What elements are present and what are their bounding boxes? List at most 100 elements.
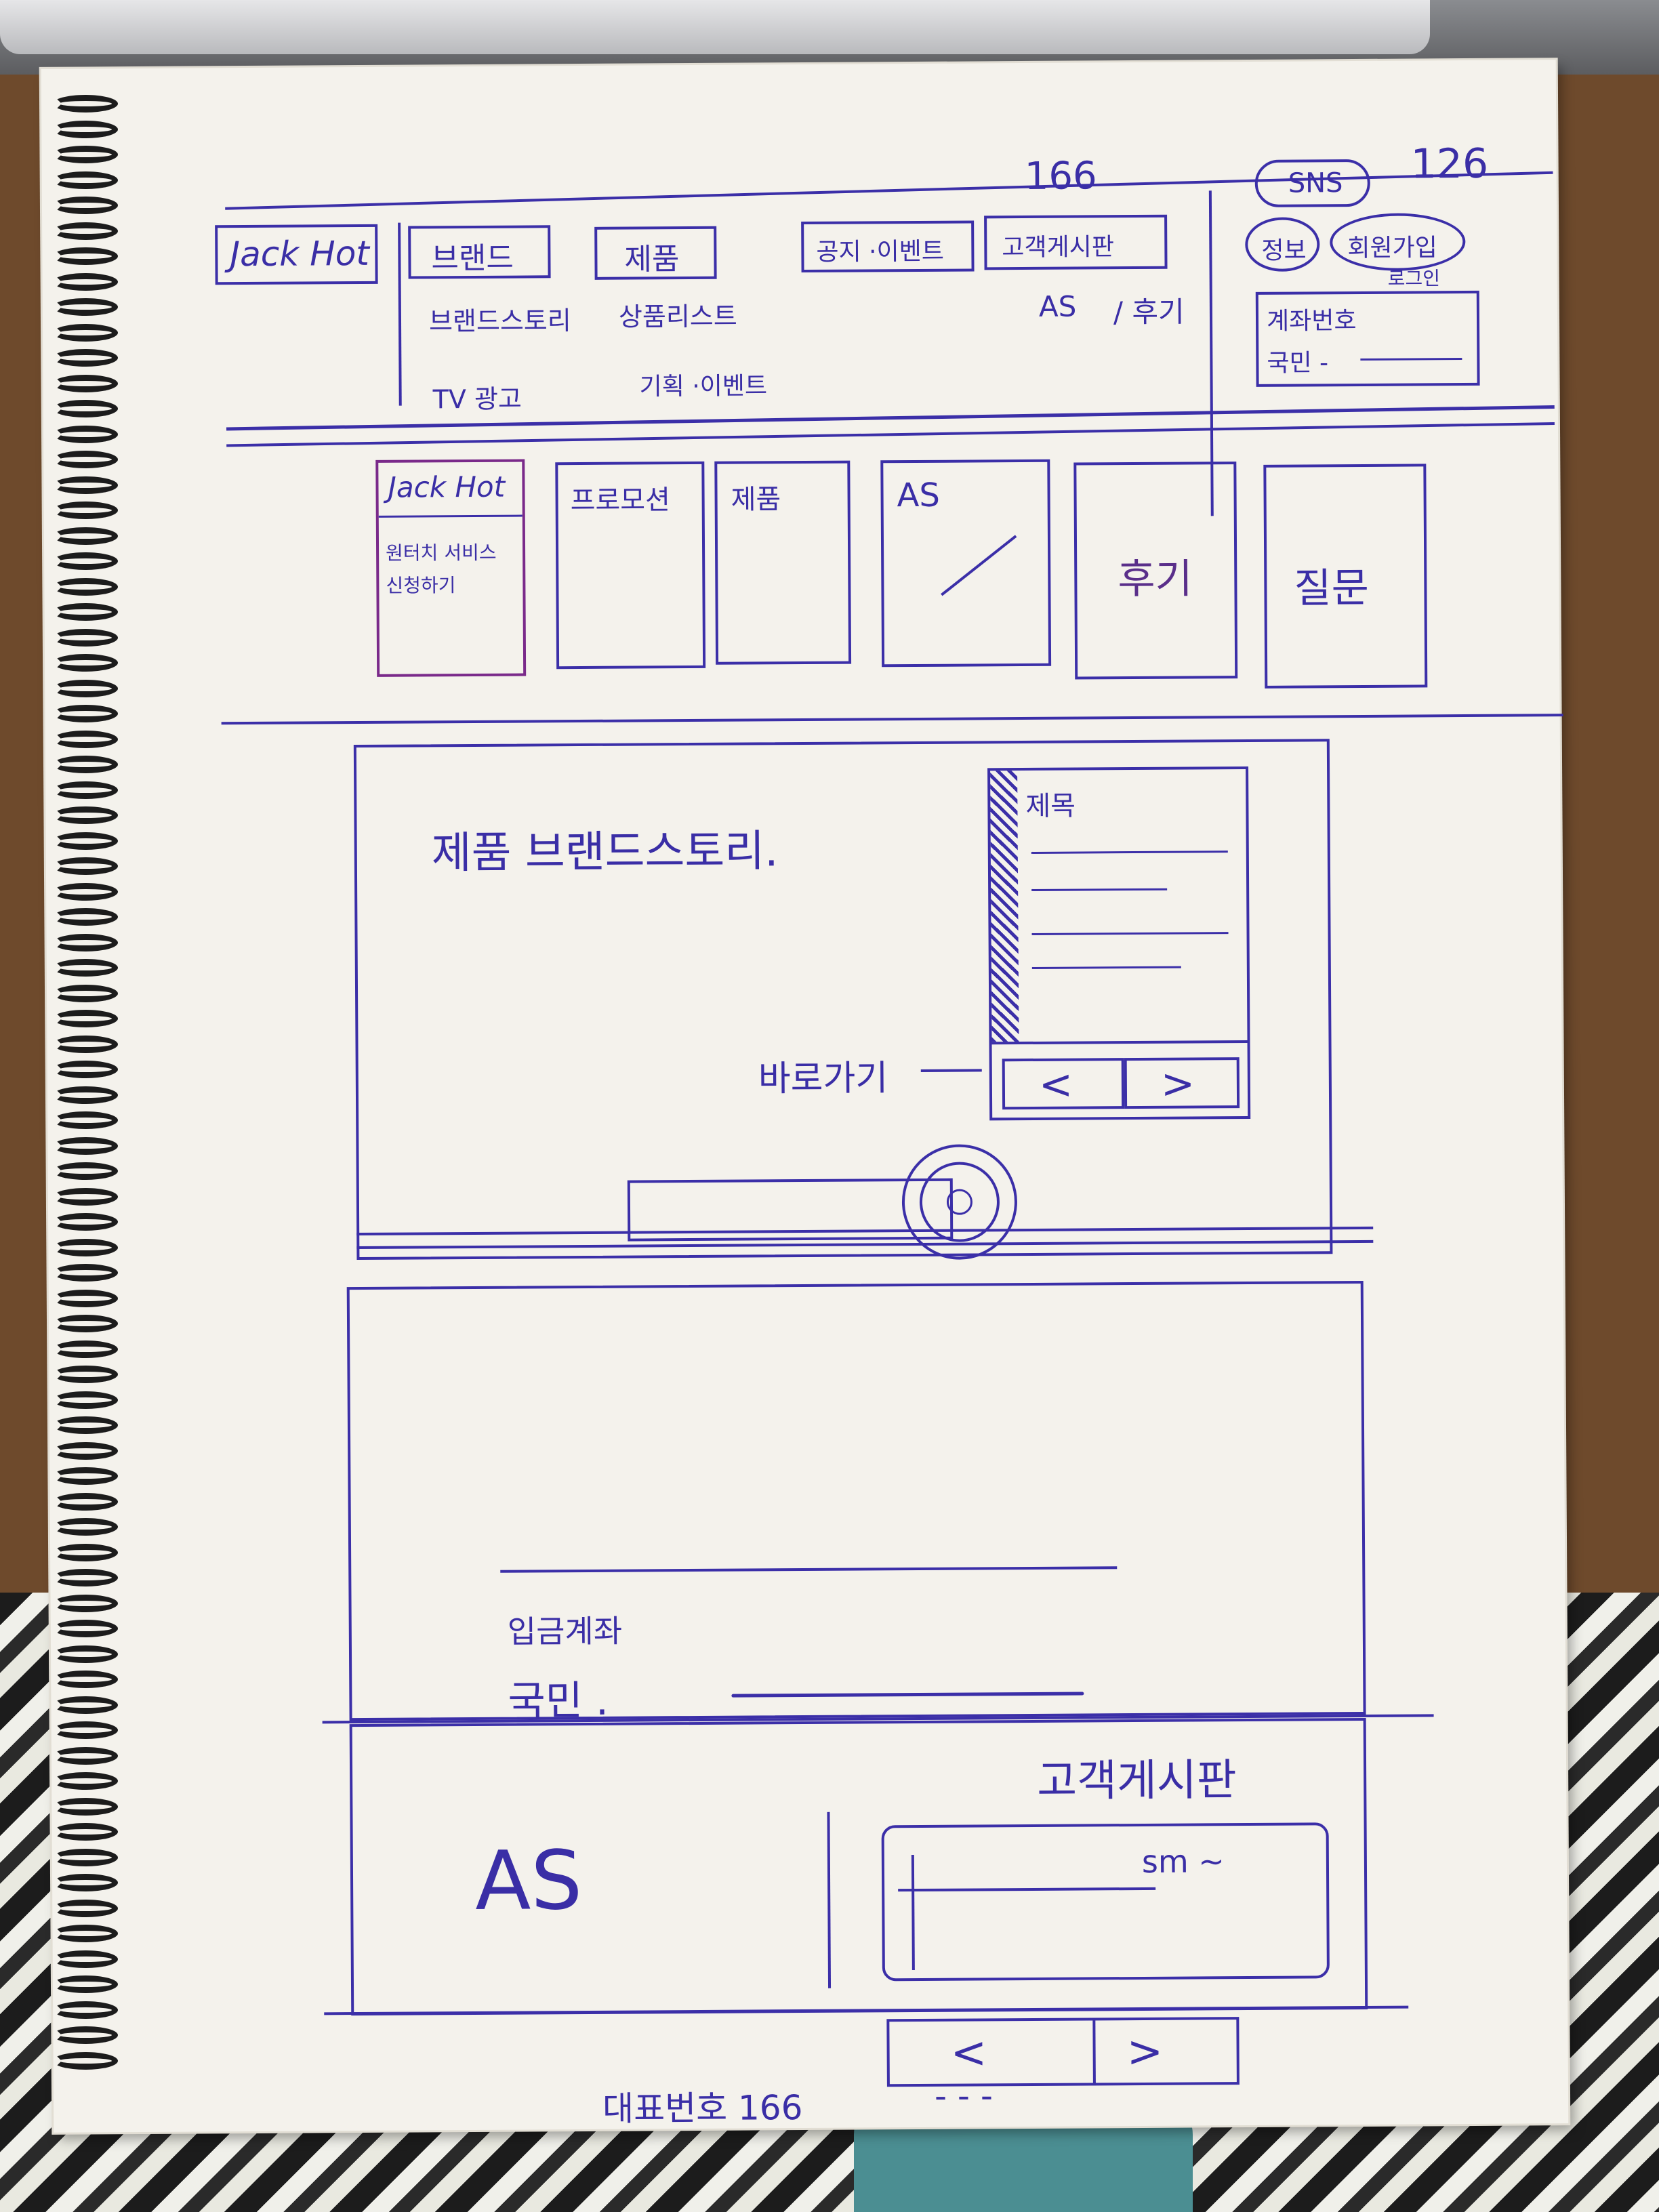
spiral-ring (53, 323, 118, 342)
bottom-board-line (898, 1887, 1156, 1892)
spiral-ring (53, 1975, 118, 1993)
spiral-ring (53, 1899, 118, 1917)
spiral-ring (53, 1162, 118, 1180)
spiral-ring (53, 501, 118, 519)
menu-customer-board[interactable]: 고객게시판 (984, 214, 1168, 270)
page-number-right: 126 (1410, 140, 1489, 188)
logo-box[interactable]: Jack Hot (215, 224, 378, 285)
bottom-board-title[interactable]: 고객게시판 (1037, 1745, 1237, 1809)
bottom-board-mark (911, 1855, 915, 1971)
tiles-bottom-line (221, 714, 1563, 725)
spiral-ring (53, 1492, 118, 1511)
sns-label: SNS (1288, 167, 1343, 199)
spiral-ring (53, 247, 118, 265)
bottom-as-label[interactable]: AS (475, 1834, 583, 1929)
spiral-ring (53, 1696, 118, 1714)
tile-as[interactable]: AS (880, 459, 1052, 668)
bottom-prev[interactable]: < (950, 2028, 987, 2078)
tile-jackhot-body: 원터치 서비스 신청하기 (385, 541, 497, 597)
menu-product-sub-2[interactable]: 기획 ·이벤트 (639, 366, 767, 402)
spiral-ring (53, 1671, 118, 1688)
spiral-ring (53, 984, 118, 1002)
hero-prev-button[interactable]: < (1002, 1058, 1125, 1110)
spiral-ring (53, 95, 118, 112)
tile-product[interactable]: 제품 (714, 460, 852, 665)
spiral-binding (53, 95, 121, 2074)
hero-side-line-4 (1031, 966, 1181, 969)
hero-scroll-knob-center (946, 1189, 973, 1215)
spiral-ring (53, 2001, 118, 2019)
hero-shortcut[interactable]: 바로가기 (758, 1049, 888, 1101)
hero-side-panel: 제목 < > (987, 766, 1251, 1121)
spiral-ring (53, 730, 118, 748)
tile-as-title: AS (897, 476, 941, 515)
spiral-ring (53, 1416, 118, 1434)
menu-notice-event[interactable]: 공지 ·이벤트 (801, 220, 975, 273)
spiral-ring (53, 374, 118, 392)
spiral-ring (53, 146, 118, 163)
menu-board-sub-as[interactable]: AS (1039, 290, 1077, 323)
page-number-left: 166 (1024, 154, 1097, 199)
spiral-ring (53, 654, 118, 672)
spiral-ring (53, 1340, 118, 1358)
spiral-ring (53, 1061, 118, 1078)
menu-board-label: 고객게시판 (1002, 233, 1115, 262)
hero-title: 제품 브랜드스토리. (431, 826, 779, 879)
spiral-ring (53, 1848, 118, 1866)
bank-box-title: 계좌번호 (1266, 307, 1357, 335)
notebook-page: 166 126 Jack Hot 브랜드 브랜드스토리 TV 광고 제품 상품리… (41, 60, 1569, 2133)
spiral-ring (53, 1543, 118, 1561)
spiral-ring (53, 2051, 118, 2070)
tile-review[interactable]: 후기 (1073, 462, 1238, 680)
hero-next-button[interactable]: > (1124, 1057, 1240, 1109)
spiral-ring (53, 1950, 118, 1968)
spiral-ring (53, 806, 118, 824)
spiral-ring (53, 577, 118, 596)
spiral-ring (53, 476, 118, 494)
spiral-ring (53, 425, 118, 443)
tile-question[interactable]: 질문 (1263, 464, 1428, 689)
spiral-ring (53, 603, 118, 621)
sns-badge[interactable]: SNS (1254, 159, 1370, 207)
tile-promotion[interactable]: 프로모션 (555, 461, 706, 670)
menu-product-label: 제품 (624, 242, 680, 277)
info-button[interactable]: 정보 (1245, 217, 1320, 272)
spiral-ring (53, 400, 118, 417)
menu-product-sub-1[interactable]: 상품리스트 (619, 295, 737, 333)
spiral-ring (53, 1594, 118, 1612)
spiral-ring (53, 1111, 118, 1129)
menu-brand[interactable]: 브랜드 (408, 225, 551, 279)
menu-brand-sub-2[interactable]: TV 광고 (433, 378, 523, 416)
spiral-ring (53, 1746, 118, 1765)
menu-product[interactable]: 제품 (594, 226, 717, 280)
spiral-ring (53, 222, 118, 240)
hero-side-line-2 (1031, 888, 1168, 891)
tile-question-title: 질문 (1294, 564, 1370, 613)
spiral-ring (53, 171, 118, 189)
bottom-board-card[interactable]: sm ~ (881, 1822, 1330, 1982)
hero-scroll-knob[interactable] (901, 1144, 1018, 1261)
spiral-ring (53, 1213, 118, 1231)
menu-brand-sub-1[interactable]: 브랜드스토리 (429, 300, 571, 337)
login-note[interactable]: 로그인 (1388, 264, 1441, 291)
hero-side-scrollbar[interactable] (990, 771, 1019, 1042)
spiral-ring (53, 1441, 118, 1460)
spiral-ring (53, 628, 118, 647)
bottom-board-item: sm ~ (1141, 1843, 1225, 1880)
tile-product-title: 제품 (731, 484, 781, 516)
menu-board-sub-review[interactable]: / 후기 (1113, 289, 1185, 331)
bottom-section: AS 고객게시판 sm ~ (349, 1717, 1368, 2016)
bank-box-line (1360, 358, 1462, 361)
spiral-ring (53, 1035, 118, 1053)
spiral-ring (53, 272, 118, 291)
spiral-ring (53, 552, 118, 570)
tile-jackhot[interactable]: Jack Hot 원터치 서비스 신청하기 (375, 459, 527, 677)
bottom-next[interactable]: > (1126, 2027, 1163, 2077)
spiral-ring (53, 882, 118, 901)
spiral-ring (53, 1874, 118, 1891)
spiral-ring (53, 1366, 118, 1383)
deposit-bank: 국민 . (508, 1677, 609, 1725)
spiral-ring (53, 1645, 118, 1663)
signup-button[interactable]: 회원가입 (1330, 213, 1466, 272)
spiral-ring (53, 1467, 118, 1485)
